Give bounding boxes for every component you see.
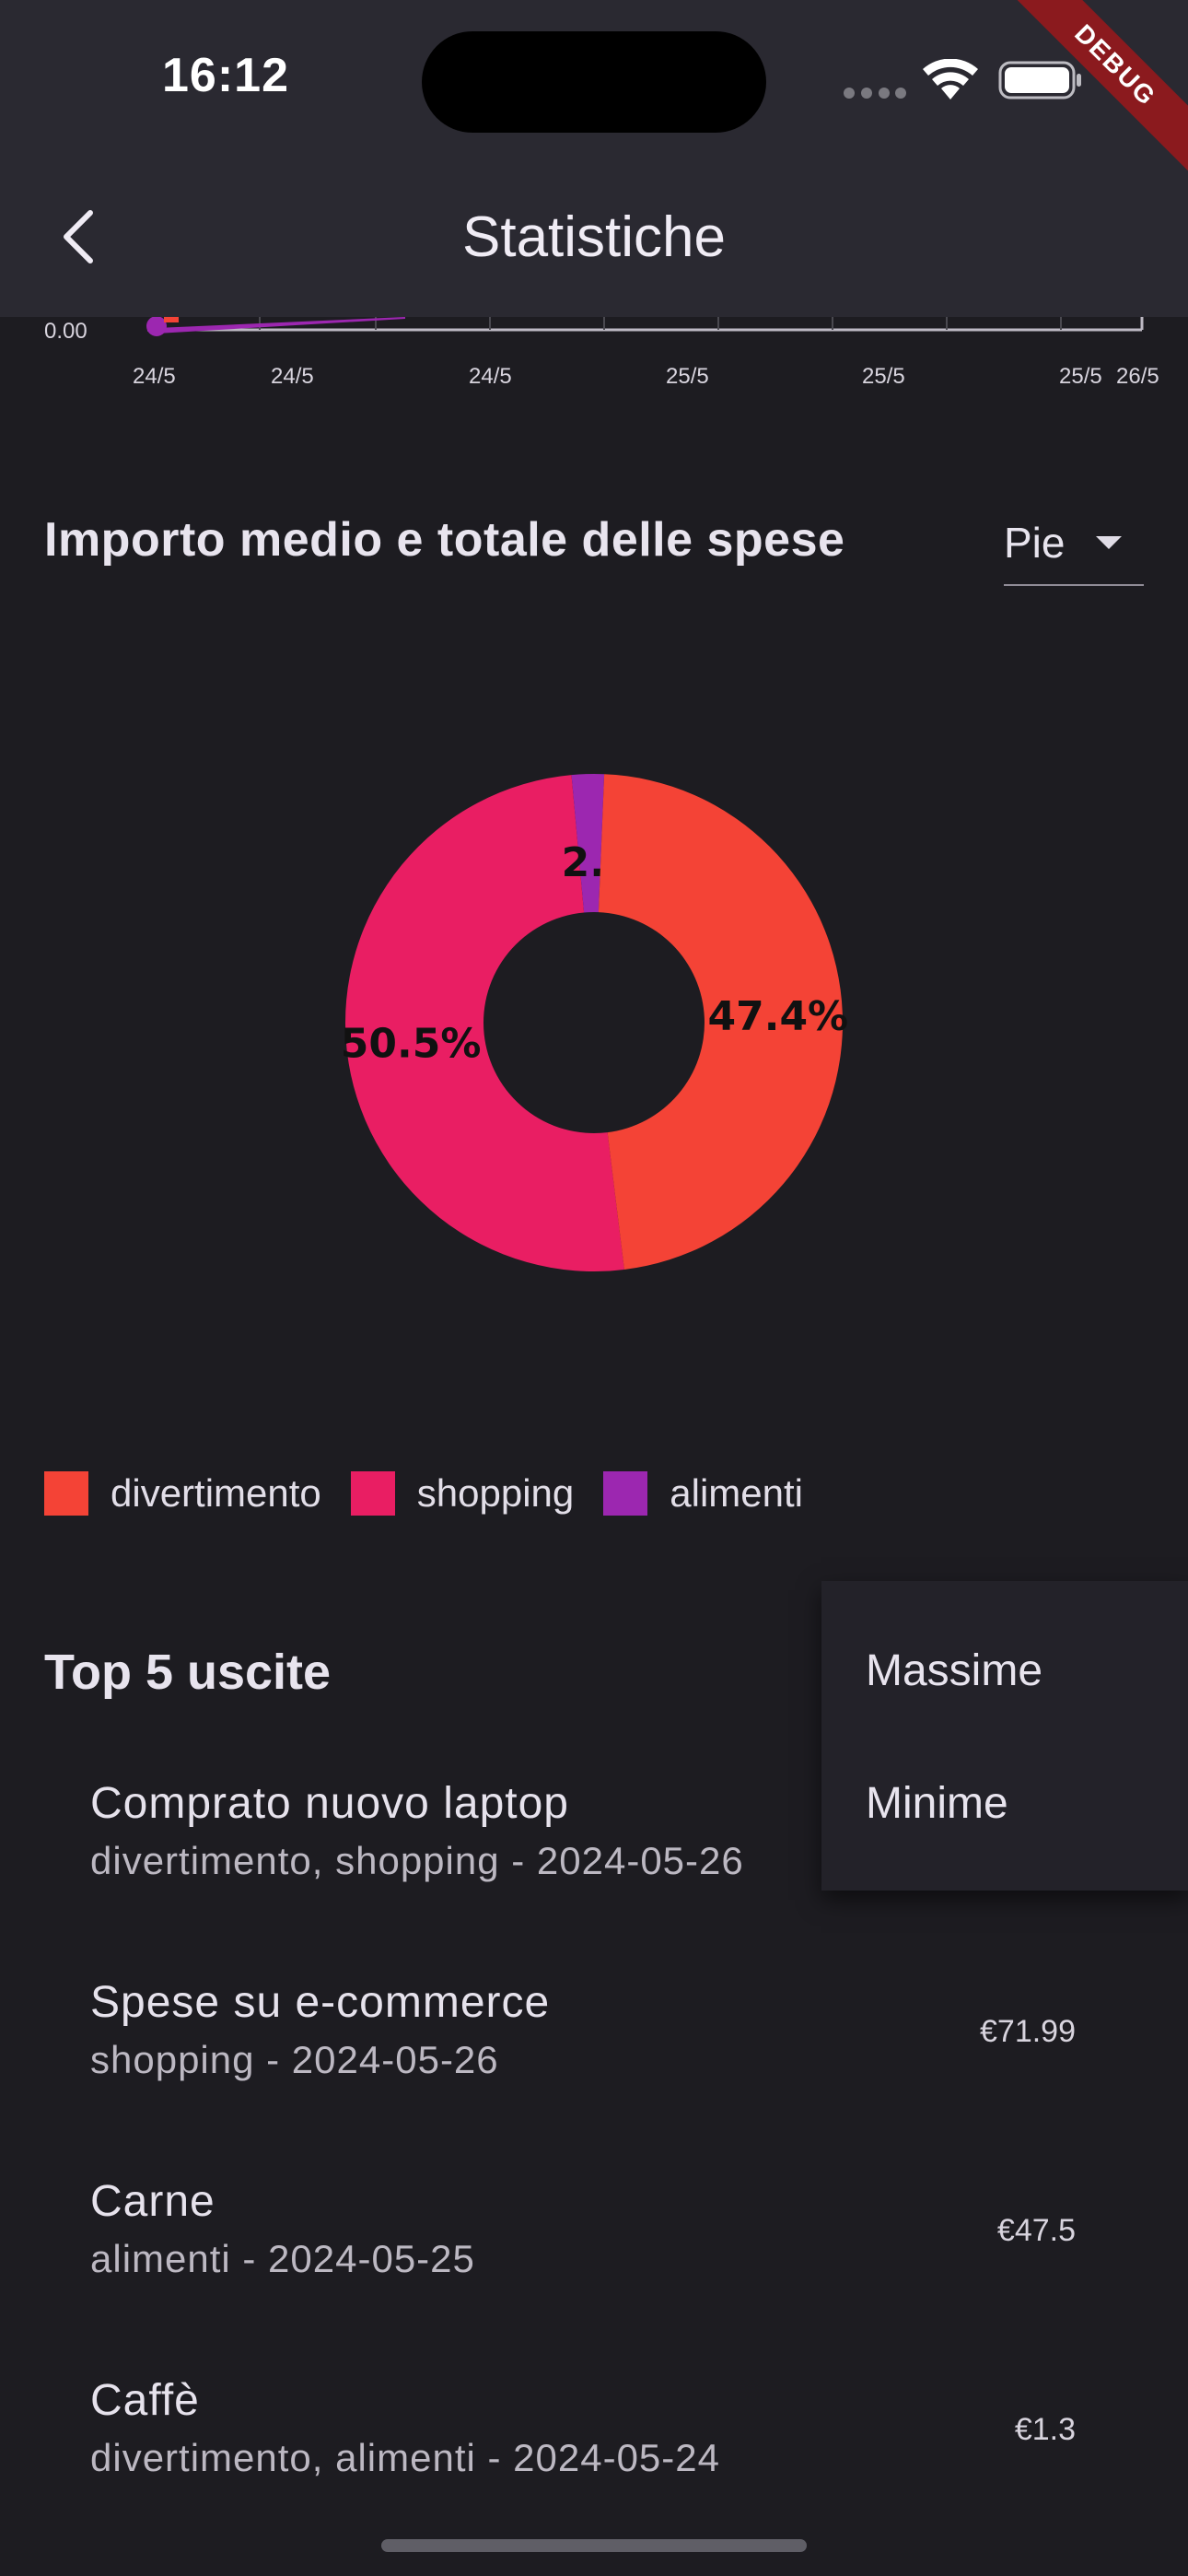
x-tick-label: 25/5 — [862, 364, 905, 389]
series-divertimento-point — [164, 317, 179, 322]
expense-title: Caffè — [90, 2376, 200, 2425]
expense-amount: €71.99 — [980, 2014, 1076, 2049]
menu-item-minime[interactable]: Minime — [866, 1778, 1008, 1829]
statistics-screen: 0.00 24/5 24/5 24/5 25/5 25/5 25/5 26/5 … — [0, 0, 1188, 2576]
pie-chart-svg: 50.5%2.1%47.4% — [341, 774, 849, 1271]
dynamic-island — [422, 31, 766, 133]
menu-item-massime[interactable]: Massime — [866, 1645, 1042, 1696]
home-indicator — [381, 2539, 807, 2552]
page-title: Statistiche — [461, 205, 727, 269]
expense-list-item[interactable]: Spese su e-commerce shopping - 2024-05-2… — [0, 1977, 1188, 2176]
expense-list-item[interactable]: Carne alimenti - 2024-05-25 €47.5 — [0, 2176, 1188, 2375]
y-tick-label: 0.00 — [44, 319, 87, 344]
series-alimenti-point — [146, 316, 167, 336]
expense-subtitle: divertimento, shopping - 2024-05-26 — [90, 1839, 744, 1882]
battery-icon — [998, 61, 1081, 100]
legend-swatch — [603, 1471, 648, 1516]
legend-swatch — [350, 1471, 395, 1516]
legend-label: shopping — [416, 1471, 575, 1515]
chart-legend: divertimento shopping alimenti — [44, 1470, 833, 1516]
app-bar: 16:12 Statistiche DEBUG — [0, 0, 1188, 317]
x-tick-label: 24/5 — [469, 364, 512, 389]
wifi-icon — [923, 59, 978, 100]
cellular-signal-icon — [844, 88, 906, 99]
line-chart-partial — [146, 304, 1144, 336]
pie-chart: 50.5%2.1%47.4% — [0, 755, 1188, 1290]
expense-title: Carne — [90, 2177, 215, 2226]
expense-subtitle: alimenti - 2024-05-25 — [90, 2237, 475, 2280]
chart-type-value: Pie — [1004, 519, 1066, 567]
x-tick-label: 24/5 — [271, 364, 314, 389]
x-tick-label: 25/5 — [1059, 364, 1102, 389]
expense-amount: €1.3 — [1014, 2412, 1076, 2447]
legend-item-divertimento: divertimento — [44, 1471, 321, 1516]
legend-item-shopping: shopping — [350, 1471, 575, 1516]
pie-value-label: 47.4% — [708, 993, 849, 1040]
sort-popup-menu: Massime Minime — [821, 1581, 1188, 1891]
expense-subtitle: divertimento, alimenti - 2024-05-24 — [90, 2436, 720, 2479]
pie-section-title: Importo medio e totale delle spese — [44, 513, 845, 567]
x-tick-label: 26/5 — [1116, 364, 1159, 389]
legend-label: divertimento — [111, 1471, 321, 1515]
legend-swatch — [44, 1471, 88, 1516]
x-tick-label: 25/5 — [666, 364, 709, 389]
expense-title: Comprato nuovo laptop — [90, 1779, 569, 1828]
pie-value-label: 50.5% — [341, 1020, 482, 1067]
legend-item-alimenti: alimenti — [603, 1471, 803, 1516]
top5-title: Top 5 uscite — [44, 1645, 332, 1700]
expense-amount: €47.5 — [996, 2213, 1076, 2248]
status-time: 16:12 — [162, 49, 289, 102]
chart-type-dropdown[interactable]: Pie — [1004, 507, 1144, 586]
x-tick-label: 24/5 — [133, 364, 176, 389]
expense-subtitle: shopping - 2024-05-26 — [90, 2038, 499, 2081]
dropdown-arrow-icon — [1096, 536, 1122, 549]
legend-label: alimenti — [670, 1471, 803, 1515]
expense-title: Spese su e-commerce — [90, 1978, 551, 2027]
